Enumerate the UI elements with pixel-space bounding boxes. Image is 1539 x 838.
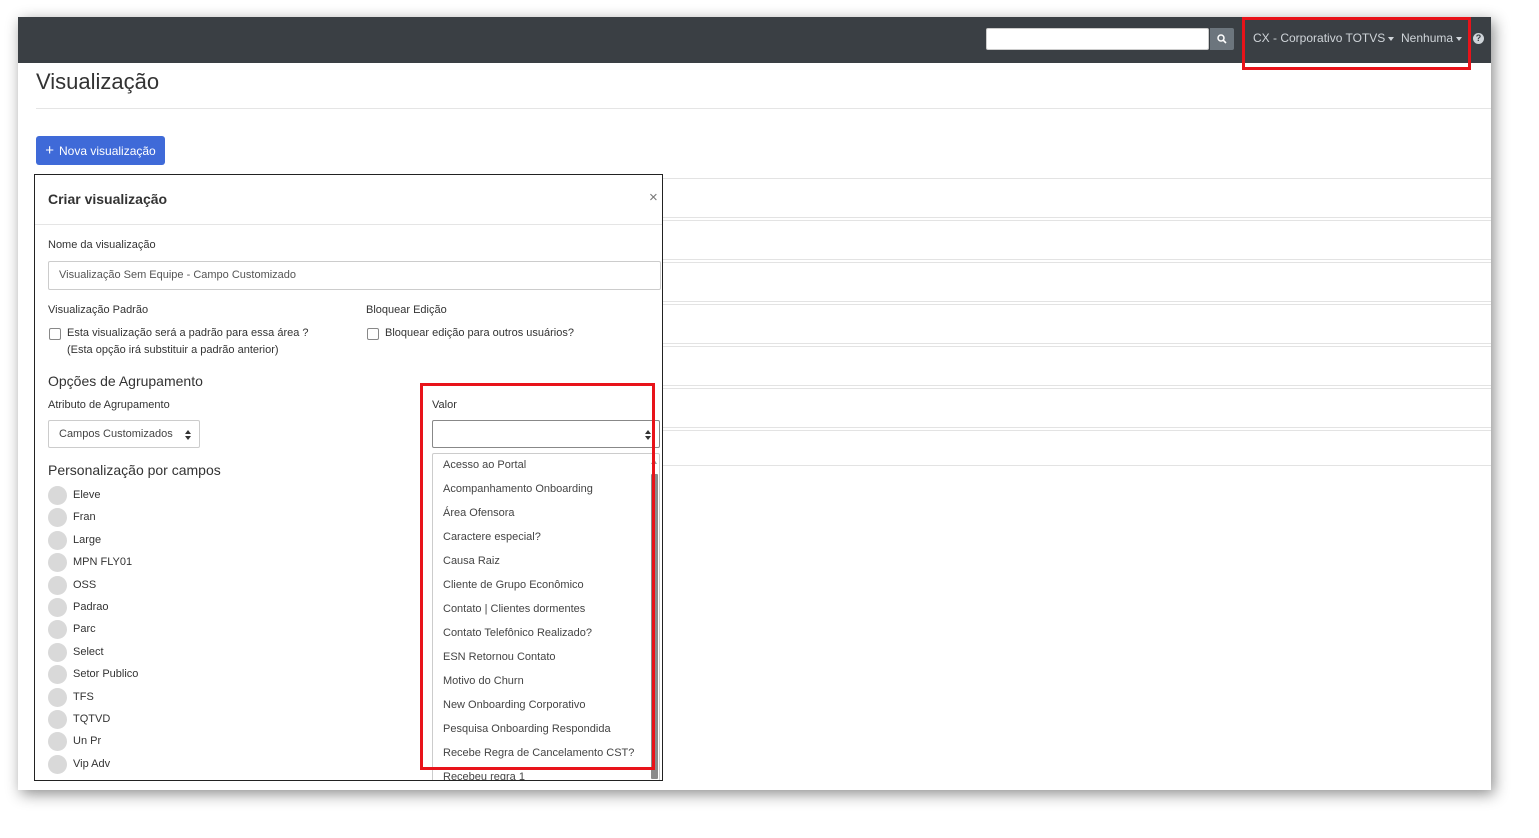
color-picker-circle[interactable] (48, 508, 67, 528)
field-name: TFS (73, 690, 94, 703)
color-picker-circle[interactable] (48, 598, 67, 617)
lock-edit-checkbox[interactable] (367, 328, 379, 340)
field-name: Setor Publico (73, 668, 139, 681)
color-picker-circle[interactable] (48, 530, 67, 550)
value-dropdown-list[interactable]: Acesso ao Portal Acompanhamento Onboardin… (432, 453, 660, 780)
dropdown-option[interactable]: Cliente de Grupo Econômico (443, 579, 584, 591)
new-view-button[interactable]: + Nova visualização (36, 136, 165, 165)
color-picker-circle[interactable] (48, 687, 67, 707)
default-view-label: Visualização Padrão (48, 304, 149, 316)
field-customization-title: Personalização por campos (48, 462, 221, 478)
grouping-section-title: Opções de Agrupamento (48, 373, 203, 389)
default-view-check-text: Esta visualização será a padrão para ess… (67, 327, 309, 339)
value-label: Valor (432, 399, 457, 411)
dropdown-option[interactable]: Recebe Regra de Cancelamento CST? (443, 747, 634, 759)
dropdown-option[interactable]: Área Ofensora (443, 507, 515, 519)
field-name: Fran (73, 511, 96, 524)
color-picker-circle[interactable] (48, 642, 67, 662)
org-dropdown-label: CX - Corporativo TOTVS (1253, 31, 1386, 45)
field-name: Vip Adv (73, 757, 111, 770)
color-picker-circle[interactable] (48, 553, 67, 573)
dropdown-scrollbar[interactable] (651, 474, 658, 779)
search-icon (1217, 34, 1227, 44)
view-name-input[interactable]: Visualização Sem Equipe - Campo Customiz… (48, 261, 661, 290)
page-title: Visualização (36, 69, 160, 94)
lock-edit-label: Bloquear Edição (366, 304, 447, 316)
dropdown-option[interactable]: Recebeu regra 1 (443, 771, 525, 780)
org-dropdown[interactable]: CX - Corporativo TOTVS (1253, 31, 1395, 45)
chevron-down-icon (1456, 36, 1463, 41)
default-view-check-note: (Esta opção irá substituir a padrão ante… (67, 344, 279, 356)
lock-edit-check-text: Bloquear edição para outros usuários? (385, 327, 574, 339)
view-list-row (663, 178, 1491, 218)
help-icon[interactable]: ? (1473, 33, 1484, 44)
dropdown-option[interactable]: Acesso ao Portal (443, 459, 526, 471)
dropdown-option[interactable]: ESN Retornou Contato (443, 651, 556, 663)
view-list-row (663, 388, 1491, 428)
value-select[interactable] (432, 420, 660, 448)
field-name: Un Pr (73, 735, 102, 748)
team-dropdown-label: Nenhuma (1401, 31, 1454, 45)
view-list-row (663, 304, 1491, 344)
color-picker-circle[interactable] (48, 575, 67, 595)
dropdown-option[interactable]: Motivo do Churn (443, 675, 524, 687)
field-name: Eleve (73, 489, 101, 501)
color-picker-circle[interactable] (48, 620, 67, 640)
dropdown-option[interactable]: Caractere especial? (443, 531, 541, 543)
select-arrows-icon (645, 430, 651, 440)
dropdown-option[interactable]: Contato | Clientes dormentes (443, 603, 585, 615)
create-view-modal: Criar visualização × Nome da visualizaçã… (34, 174, 663, 781)
group-attribute-label: Atributo de Agrupamento (48, 399, 170, 411)
view-name-label: Nome da visualização (48, 239, 156, 251)
select-arrows-icon (185, 430, 191, 440)
view-list-row (663, 262, 1491, 302)
field-name: OSS (73, 578, 97, 591)
default-view-checkbox[interactable] (49, 328, 61, 340)
divider (36, 108, 1491, 109)
field-name: Large (73, 533, 102, 546)
field-name: Select (73, 645, 104, 658)
scroll-up-icon[interactable] (651, 459, 657, 464)
app-window: CX - Corporativo TOTVS Nenhuma ? Visuali… (18, 17, 1491, 790)
color-picker-circle[interactable] (48, 486, 67, 505)
dropdown-option[interactable]: Pesquisa Onboarding Respondida (443, 723, 611, 735)
field-name: Padrao (73, 601, 109, 613)
field-name: TQTVD (73, 713, 111, 725)
close-icon[interactable]: × (649, 189, 658, 206)
top-navbar: CX - Corporativo TOTVS Nenhuma ? (18, 17, 1491, 63)
group-attribute-value: Campos Customizados (59, 428, 173, 440)
color-picker-circle[interactable] (48, 732, 67, 752)
modal-title: Criar visualização (48, 191, 168, 207)
color-picker-circle[interactable] (48, 665, 67, 685)
chevron-down-icon (1388, 36, 1395, 41)
view-list-row (663, 430, 1491, 466)
search-input[interactable] (986, 28, 1209, 50)
field-name: MPN FLY01 (73, 556, 133, 569)
color-picker-circle[interactable] (48, 754, 67, 774)
field-name: Parc (73, 623, 96, 636)
group-attribute-select[interactable]: Campos Customizados (48, 420, 200, 448)
divider (35, 224, 662, 225)
view-list-row (663, 220, 1491, 260)
color-picker-circle[interactable] (48, 710, 67, 729)
team-dropdown[interactable]: Nenhuma (1401, 31, 1463, 45)
view-list-row (663, 346, 1491, 386)
dropdown-option[interactable]: Acompanhamento Onboarding (443, 483, 593, 495)
new-view-button-label: Nova visualização (59, 143, 156, 158)
dropdown-option[interactable]: Contato Telefônico Realizado? (443, 627, 592, 639)
search-button[interactable] (1210, 28, 1234, 50)
dropdown-option[interactable]: Causa Raiz (443, 555, 500, 567)
dropdown-option[interactable]: New Onboarding Corporativo (443, 699, 585, 711)
plus-icon: + (45, 141, 55, 159)
